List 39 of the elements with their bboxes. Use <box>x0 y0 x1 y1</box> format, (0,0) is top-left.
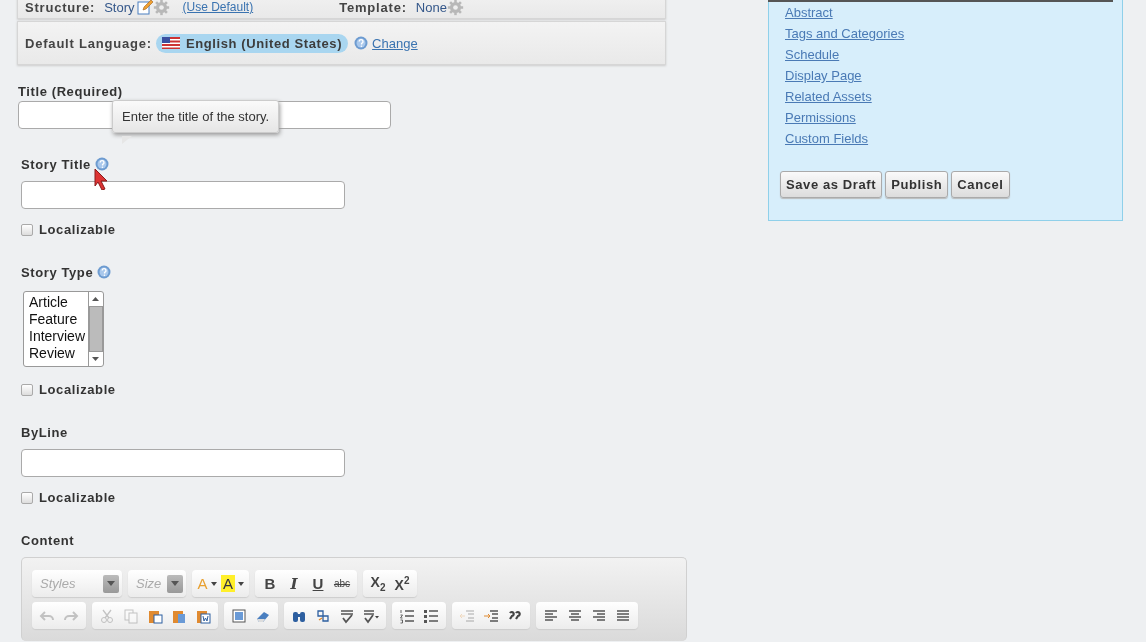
superscript-button[interactable]: X$^{2}$ <box>390 572 414 595</box>
field-label: Content <box>21 532 75 548</box>
change-link[interactable]: Change <box>372 35 418 51</box>
tooltip: Enter the title of the story. <box>112 100 280 133</box>
sidebar-link[interactable]: Abstract <box>785 4 833 21</box>
form-button[interactable]: Publish <box>885 171 949 198</box>
list-option[interactable]: Interview <box>29 328 88 345</box>
structure-value: Story <box>104 0 135 15</box>
sidebar-link[interactable]: Related Assets <box>785 88 872 105</box>
list-option[interactable]: Feature <box>29 311 88 328</box>
form-button[interactable]: Save as Draft <box>780 171 883 198</box>
structure-label: Structure: <box>25 0 96 15</box>
field-label: Story Type <box>21 264 94 280</box>
listbox[interactable]: Article Feature Interview Review <box>23 291 104 367</box>
language-badge: English (United States) <box>156 33 349 53</box>
field-label: Title (Required) <box>18 83 123 99</box>
strikethrough-button[interactable]: abc <box>330 572 354 595</box>
sidebar-link[interactable]: Tags and Categories <box>785 25 905 42</box>
use-default-link[interactable]: (Use Default) <box>182 0 254 14</box>
language-label: Default Language: <box>25 35 152 51</box>
checkbox-label: Localizable <box>39 222 116 237</box>
form-button[interactable]: Cancel <box>951 171 1010 198</box>
sidebar-link[interactable]: Custom Fields <box>785 130 869 147</box>
template-value: None <box>415 0 447 15</box>
field-label: ByLine <box>21 424 68 440</box>
highlight-color-button[interactable]: A <box>219 572 246 595</box>
list-option[interactable]: Article <box>29 294 88 311</box>
template-label: Template: <box>339 0 407 15</box>
list-option[interactable]: Review <box>29 345 88 362</box>
bold-button[interactable]: B <box>258 572 282 595</box>
sidebar-link[interactable]: Permissions <box>785 109 856 126</box>
field-label: Story Title <box>21 156 91 172</box>
checkbox-label: Localizable <box>39 382 116 397</box>
subscript-button[interactable]: X$_{2}$ <box>366 572 390 595</box>
checkbox-label: Localizable <box>39 490 116 505</box>
sidebar-link[interactable]: Schedule <box>785 46 840 63</box>
sidebar-link[interactable]: Display Page <box>785 67 862 84</box>
underline-button[interactable]: U <box>306 572 330 595</box>
italic-button[interactable]: I <box>282 572 306 595</box>
